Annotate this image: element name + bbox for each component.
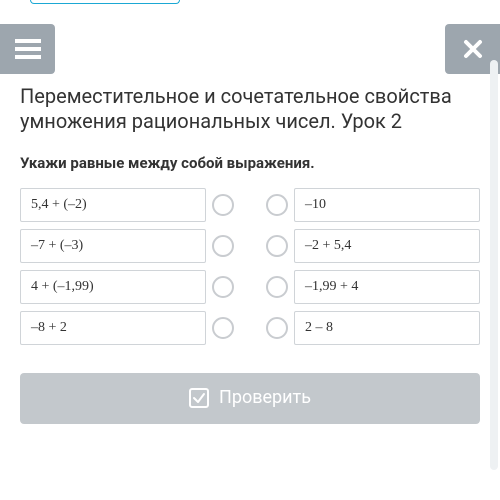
- scrollbar[interactable]: [490, 60, 498, 470]
- expression-left[interactable]: –8 + 2: [20, 311, 206, 345]
- expression-right[interactable]: –10: [294, 188, 480, 222]
- menu-button[interactable]: [0, 24, 55, 74]
- pair-row: 5,4 + (–2) –10: [20, 188, 480, 222]
- close-icon: [462, 38, 484, 60]
- pair-row: –7 + (–3) –2 + 5,4: [20, 229, 480, 263]
- connector-left[interactable]: [212, 194, 234, 216]
- connector-right[interactable]: [266, 276, 288, 298]
- connector-left[interactable]: [212, 276, 234, 298]
- connector-right[interactable]: [266, 194, 288, 216]
- expression-right[interactable]: 2 – 8: [294, 311, 480, 345]
- instruction-text: Укажи равные между собой выражения.: [20, 154, 480, 172]
- check-icon: [189, 388, 209, 408]
- check-button[interactable]: Проверить: [20, 373, 480, 424]
- top-partial-button[interactable]: [30, 0, 180, 4]
- app-bar: [0, 14, 500, 84]
- connector-left[interactable]: [212, 235, 234, 257]
- expression-left[interactable]: –7 + (–3): [20, 229, 206, 263]
- expression-right[interactable]: –2 + 5,4: [294, 229, 480, 263]
- page-title: Переместительное и сочетательное свойств…: [20, 84, 480, 134]
- menu-icon: [15, 39, 41, 59]
- expression-right[interactable]: –1,99 + 4: [294, 270, 480, 304]
- matching-grid: 5,4 + (–2) –10 –7 + (–3) –2 + 5,4 4 + (–…: [20, 188, 480, 345]
- connector-left[interactable]: [212, 317, 234, 339]
- expression-left[interactable]: 5,4 + (–2): [20, 188, 206, 222]
- pair-row: 4 + (–1,99) –1,99 + 4: [20, 270, 480, 304]
- connector-right[interactable]: [266, 235, 288, 257]
- check-button-label: Проверить: [219, 387, 311, 408]
- connector-right[interactable]: [266, 317, 288, 339]
- expression-left[interactable]: 4 + (–1,99): [20, 270, 206, 304]
- pair-row: –8 + 2 2 – 8: [20, 311, 480, 345]
